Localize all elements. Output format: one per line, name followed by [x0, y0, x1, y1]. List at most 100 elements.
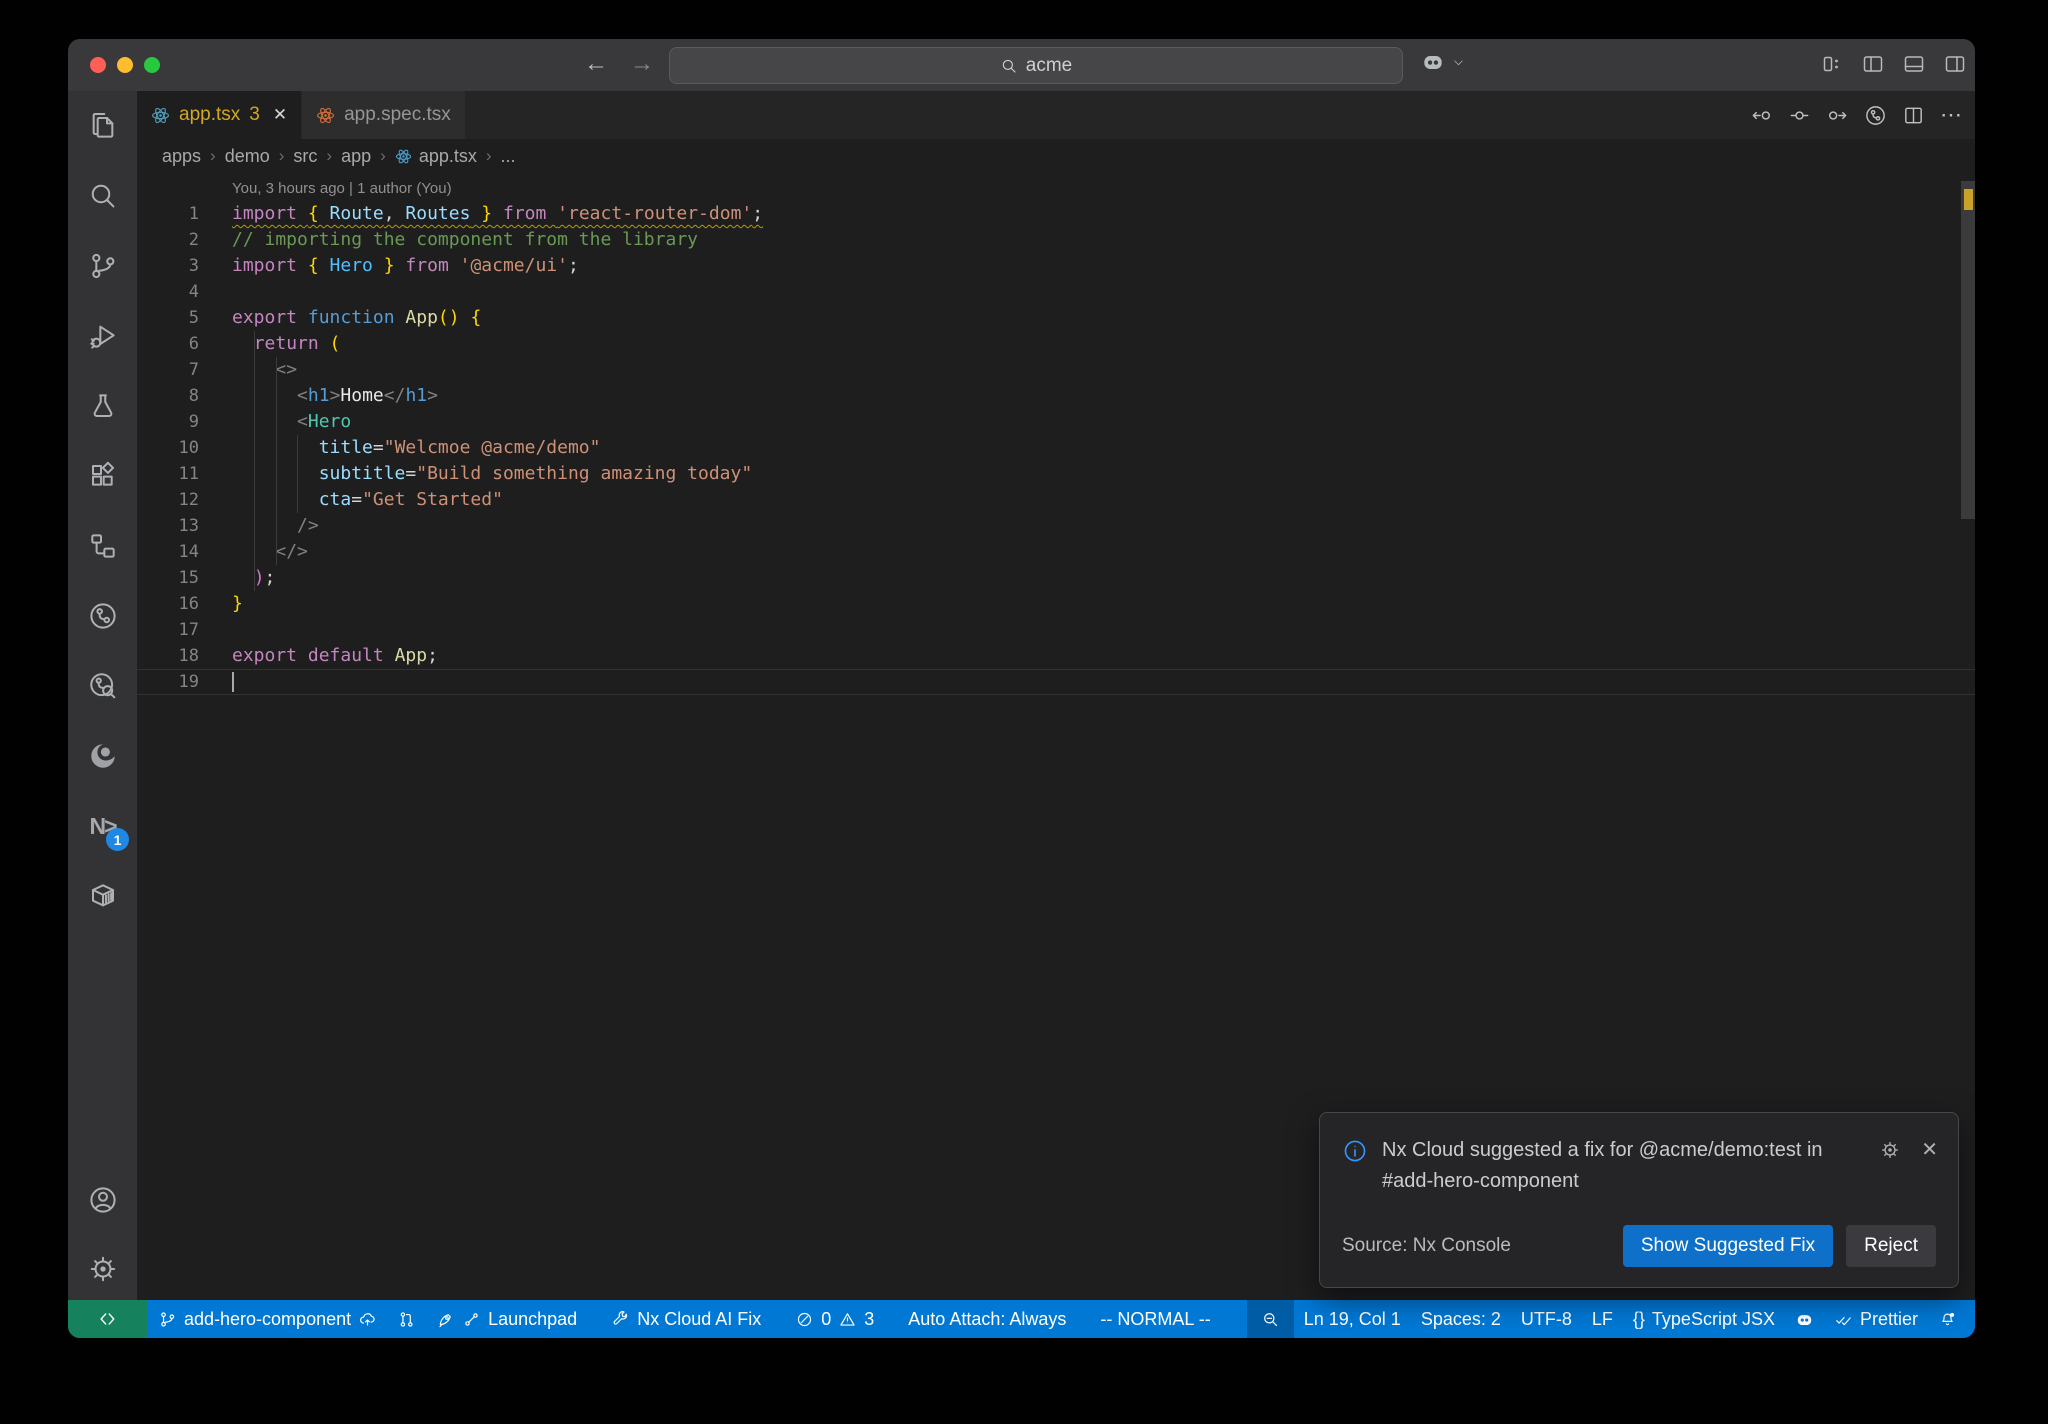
formatter-indicator[interactable]: Prettier — [1824, 1300, 1928, 1338]
command-center-search[interactable]: acme — [669, 47, 1403, 84]
copilot-menu[interactable] — [1420, 49, 1465, 75]
branch-indicator[interactable]: add-hero-component — [148, 1300, 387, 1338]
auto-attach-indicator[interactable]: Auto Attach: Always — [898, 1300, 1076, 1338]
next-change-icon[interactable] — [1826, 104, 1849, 127]
reject-button[interactable]: Reject — [1846, 1225, 1936, 1267]
sidebar-item-source-control[interactable] — [68, 231, 137, 301]
split-editor-icon[interactable] — [1902, 104, 1925, 127]
line-number[interactable]: 11 — [137, 461, 199, 487]
notifications-indicator[interactable] — [1928, 1300, 1967, 1338]
notification-settings-gear-icon[interactable] — [1879, 1139, 1901, 1161]
notification-close-icon[interactable]: ✕ — [1921, 1137, 1938, 1162]
breadcrumb-item[interactable]: demo — [225, 146, 270, 167]
line-number[interactable]: 17 — [137, 617, 199, 643]
navigate-back-icon[interactable]: ← — [584, 50, 608, 78]
line-number[interactable]: 16 — [137, 591, 199, 617]
sidebar-item-references[interactable] — [68, 511, 137, 581]
sidebar-item-container-tools[interactable] — [68, 861, 137, 931]
navigate-forward-icon[interactable]: → — [630, 50, 654, 78]
code-line-10[interactable]: 10 title="Welcmoe @acme/demo" — [137, 435, 1975, 461]
launchpad-indicator[interactable]: Launchpad — [426, 1300, 587, 1338]
code-line-6[interactable]: 6 return ( — [137, 331, 1975, 357]
sidebar-item-edge-tools[interactable] — [68, 721, 137, 791]
customize-layout-icon[interactable] — [1820, 52, 1844, 76]
breadcrumb-overflow[interactable]: ... — [501, 146, 516, 167]
sidebar-item-testing[interactable] — [68, 371, 137, 441]
remote-indicator[interactable] — [68, 1300, 148, 1338]
tab-app-spec-tsx[interactable]: app.spec.tsx — [302, 91, 465, 139]
line-number[interactable]: 4 — [137, 279, 199, 305]
code-line-5[interactable]: 5 export function App() { — [137, 305, 1975, 331]
code-line-4[interactable]: 4 — [137, 279, 1975, 305]
breadcrumb-item-file[interactable]: app.tsx — [395, 146, 477, 167]
line-number[interactable]: 8 — [137, 383, 199, 409]
language-mode-indicator[interactable]: {} TypeScript JSX — [1623, 1300, 1785, 1338]
line-number[interactable]: 3 — [137, 253, 199, 279]
encoding-indicator[interactable]: UTF-8 — [1511, 1300, 1582, 1338]
copilot-status-indicator[interactable] — [1785, 1300, 1824, 1338]
sidebar-item-nx-console[interactable]: N> 1 — [68, 791, 137, 861]
prev-change-icon[interactable] — [1750, 104, 1773, 127]
line-number[interactable]: 7 — [137, 357, 199, 383]
sidebar-item-extensions[interactable] — [68, 441, 137, 511]
code-line-1[interactable]: 1 import { Route, Routes } from 'react-ro… — [137, 201, 1975, 227]
vim-mode-indicator[interactable]: -- NORMAL -- — [1090, 1300, 1220, 1338]
code-line-14[interactable]: 14 </> — [137, 539, 1975, 565]
code-line-9[interactable]: 9 <Hero — [137, 409, 1975, 435]
current-change-icon[interactable] — [1788, 104, 1811, 127]
sidebar-item-settings[interactable] — [68, 1234, 137, 1304]
code-line-7[interactable]: 7 <> — [137, 357, 1975, 383]
breadcrumb-item[interactable]: src — [293, 146, 317, 167]
toggle-panel-icon[interactable] — [1902, 52, 1926, 76]
code-line-19[interactable]: 19 — [137, 669, 1975, 695]
code-line-11[interactable]: 11 subtitle="Build something amazing tod… — [137, 461, 1975, 487]
zoom-window-button[interactable] — [144, 57, 160, 73]
code-line-18[interactable]: 18 export default App; — [137, 643, 1975, 669]
toggle-primary-sidebar-icon[interactable] — [1861, 52, 1885, 76]
code-line-13[interactable]: 13 /> — [137, 513, 1975, 539]
code-line-3[interactable]: 3 import { Hero } from '@acme/ui'; — [137, 253, 1975, 279]
editor-scrollbar[interactable] — [1961, 173, 1975, 1300]
problems-indicator[interactable]: 0 3 — [785, 1300, 884, 1338]
sidebar-item-accounts[interactable] — [68, 1165, 137, 1235]
line-number[interactable]: 5 — [137, 305, 199, 331]
line-number[interactable]: 12 — [137, 487, 199, 513]
code-line-16[interactable]: 16} — [137, 591, 1975, 617]
sidebar-item-gitlens[interactable] — [68, 581, 137, 651]
code-line-2[interactable]: 2 // importing the component from the lib… — [137, 227, 1975, 253]
sidebar-item-search[interactable] — [68, 161, 137, 231]
close-tab-icon[interactable]: ✕ — [273, 105, 287, 125]
indentation-indicator[interactable]: Spaces: 2 — [1411, 1300, 1511, 1338]
line-number[interactable]: 18 — [137, 643, 199, 669]
codelens-blame[interactable]: You, 3 hours ago | 1 author (You) — [137, 179, 1975, 201]
line-number[interactable]: 14 — [137, 539, 199, 565]
git-pull-request-indicator[interactable] — [387, 1300, 426, 1338]
zoom-indicator[interactable] — [1246, 1300, 1294, 1338]
line-number[interactable]: 6 — [137, 331, 199, 357]
sidebar-item-run-debug[interactable] — [68, 301, 137, 371]
line-number[interactable]: 13 — [137, 513, 199, 539]
toggle-secondary-sidebar-icon[interactable] — [1943, 52, 1967, 76]
breadcrumb-item[interactable]: app — [341, 146, 371, 167]
commit-graph-icon[interactable] — [1864, 104, 1887, 127]
nx-cloud-fix-indicator[interactable]: Nx Cloud AI Fix — [601, 1300, 771, 1338]
line-number[interactable]: 15 — [137, 565, 199, 591]
sidebar-item-explorer[interactable] — [68, 91, 137, 161]
sidebar-item-commit-graph[interactable] — [68, 651, 137, 721]
code-line-15[interactable]: 15 ); — [137, 565, 1975, 591]
close-window-button[interactable] — [90, 57, 106, 73]
line-number[interactable]: 9 — [137, 409, 199, 435]
eol-indicator[interactable]: LF — [1582, 1300, 1623, 1338]
scrollbar-slider[interactable] — [1961, 181, 1975, 519]
line-number[interactable]: 1 — [137, 201, 199, 227]
breadcrumb-item[interactable]: apps — [162, 146, 201, 167]
show-suggested-fix-button[interactable]: Show Suggested Fix — [1622, 1225, 1834, 1267]
cursor-position-indicator[interactable]: Ln 19, Col 1 — [1294, 1300, 1411, 1338]
line-number[interactable]: 10 — [137, 435, 199, 461]
more-actions-icon[interactable]: ⋯ — [1940, 102, 1963, 128]
line-number[interactable]: 19 — [137, 669, 199, 695]
tab-app-tsx[interactable]: app.tsx 3 ✕ — [137, 91, 302, 139]
minimize-window-button[interactable] — [117, 57, 133, 73]
code-line-12[interactable]: 12 cta="Get Started" — [137, 487, 1975, 513]
line-number[interactable]: 2 — [137, 227, 199, 253]
